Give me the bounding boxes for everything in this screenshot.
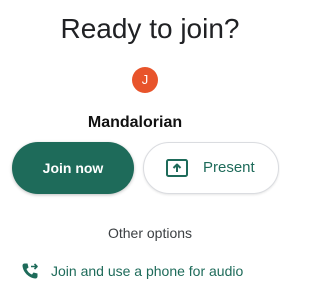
present-button-label: Present bbox=[203, 159, 255, 176]
phone-forward-icon bbox=[22, 263, 38, 279]
pre-join-screen: Ready to join? J Mandalorian Join now Pr… bbox=[0, 0, 280, 281]
present-screen-icon bbox=[166, 159, 188, 177]
present-button[interactable]: Present bbox=[143, 142, 279, 194]
other-options-link[interactable]: Other options bbox=[0, 224, 280, 242]
user-name: Mandalorian bbox=[87, 114, 183, 131]
page-title: Ready to join? bbox=[60, 13, 240, 44]
join-now-button[interactable]: Join now bbox=[12, 142, 134, 194]
phone-option-label: Join and use a phone for audio bbox=[51, 263, 244, 279]
avatar: J bbox=[132, 67, 158, 93]
